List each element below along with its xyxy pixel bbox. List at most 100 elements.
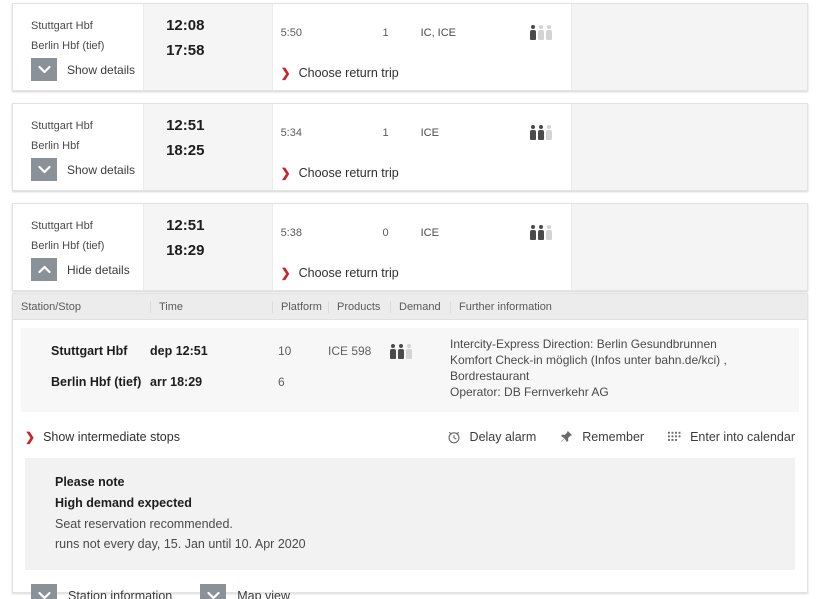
stations-column: Stuttgart Hbf Berlin Hbf (tief) Show det…: [13, 4, 145, 90]
arrow-right-icon: ❯: [280, 166, 291, 180]
pushpin-icon: [558, 429, 574, 445]
map-view-button[interactable]: Map view: [200, 584, 290, 599]
info-cells: 5:34 1 ICE: [273, 125, 571, 140]
details-station-cells: Stuttgart Hbf Berlin Hbf (tief): [21, 336, 150, 400]
column-header-station: Station/Stop: [21, 300, 81, 313]
note-line: runs not every day, 15. Jan until 10. Ap…: [55, 537, 306, 551]
info-column: 5:50 1 IC, ICE ❯ Choose return trip: [272, 4, 572, 90]
map-view-label: Map view: [237, 588, 291, 599]
changes-value: 1: [382, 26, 389, 39]
column-header-demand: Demand: [390, 300, 450, 313]
show-details-label: Show details: [67, 62, 136, 77]
origin-station: Stuttgart Hbf: [31, 20, 93, 32]
chevron-down-icon[interactable]: [31, 584, 57, 599]
demand-level-icon: [511, 125, 571, 140]
chevron-down-icon[interactable]: [31, 158, 57, 181]
details-table-header: Station/Stop Time Platform Products Dema…: [13, 294, 807, 320]
products-value: IC, ICE: [420, 26, 457, 39]
card-right-panel: [571, 104, 808, 190]
stations-column: Stuttgart Hbf Berlin Hbf (tief) Hide det…: [13, 204, 145, 290]
arrow-right-icon: ❯: [280, 66, 291, 80]
delay-alarm-label: Delay alarm: [469, 430, 537, 444]
details-products-cells: ICE 598: [328, 336, 390, 400]
choose-return-trip-label: Choose return trip: [298, 166, 399, 180]
choose-return-trip-link[interactable]: ❯ Choose return trip: [281, 266, 399, 280]
connection-card[interactable]: Stuttgart Hbf Berlin Hbf (tief) Show det…: [12, 3, 808, 91]
stations-column: Stuttgart Hbf Berlin Hbf Show details: [13, 104, 145, 190]
details-footer: Station information Map view: [13, 570, 807, 599]
card-right-panel: [571, 204, 808, 290]
duration-value: 5:38: [280, 226, 302, 239]
choose-return-trip-label: Choose return trip: [298, 266, 399, 280]
chevron-down-icon[interactable]: [200, 584, 227, 599]
connection-card[interactable]: Stuttgart Hbf Berlin Hbf Show details 12…: [12, 103, 808, 191]
chevron-down-icon[interactable]: [31, 58, 57, 81]
arrow-right-icon: ❯: [280, 266, 291, 280]
column-header-products: Products: [328, 300, 390, 313]
column-header-time: Time: [150, 300, 272, 313]
details-departure-time: dep 12:51: [150, 344, 208, 358]
info-column: 5:34 1 ICE ❯ Choose return trip: [272, 104, 572, 190]
hide-details-toggle[interactable]: Hide details: [31, 258, 130, 281]
chevron-up-icon[interactable]: [31, 258, 57, 281]
enter-into-calendar-button[interactable]: Enter into calendar: [666, 429, 795, 445]
details-tools: Delay alarm Remember Enter into calendar: [446, 429, 795, 445]
show-details-toggle[interactable]: Show details: [31, 158, 135, 181]
details-time-cells: dep 12:51 arr 18:29: [150, 336, 272, 400]
demand-level-icon: [511, 225, 571, 240]
further-info-line: Operator: DB Fernverkehr AG: [450, 385, 609, 399]
origin-station: Stuttgart Hbf: [31, 220, 93, 232]
choose-return-trip-link[interactable]: ❯ Choose return trip: [281, 66, 399, 80]
further-info-line: Intercity-Express Direction: Berlin Gesu…: [450, 337, 717, 351]
please-note-box: Please note High demand expected Seat re…: [25, 458, 795, 570]
card-right-panel: [571, 4, 808, 90]
details-departure-station: Stuttgart Hbf: [51, 344, 128, 358]
hide-details-label: Hide details: [67, 262, 130, 277]
delay-alarm-button[interactable]: Delay alarm: [446, 429, 537, 445]
info-cells: 5:38 0 ICE: [273, 225, 571, 240]
alarm-clock-icon: [446, 429, 462, 445]
details-departure-platform: 10: [278, 344, 292, 358]
arrival-time: 18:25: [166, 142, 205, 159]
changes-value: 0: [382, 226, 389, 239]
station-information-button[interactable]: Station information: [31, 584, 172, 599]
details-demand-cells: [390, 336, 450, 400]
details-departure-product: ICE 598: [328, 344, 372, 358]
details-platform-cells: 10 6: [272, 336, 328, 400]
column-header-further: Further information: [450, 300, 807, 313]
choose-return-trip-link[interactable]: ❯ Choose return trip: [281, 166, 399, 180]
times-column: 12:08 17:58: [144, 4, 273, 90]
times-column: 12:51 18:25: [144, 104, 273, 190]
note-title: Please note: [55, 475, 125, 489]
origin-station: Stuttgart Hbf: [31, 120, 93, 132]
products-value: ICE: [420, 126, 439, 139]
column-header-platform: Platform: [272, 300, 328, 313]
times-column: 12:51 18:29: [144, 204, 273, 290]
trip-details-panel: Station/Stop Time Platform Products Dema…: [12, 293, 808, 599]
destination-station: Berlin Hbf: [31, 140, 80, 152]
show-details-label: Show details: [67, 162, 136, 177]
arrival-time: 18:29: [166, 242, 205, 259]
details-further-information: Intercity-Express Direction: Berlin Gesu…: [450, 336, 799, 400]
remember-button[interactable]: Remember: [558, 429, 644, 445]
station-information-label: Station information: [68, 588, 173, 599]
info-column: 5:38 0 ICE ❯ Choose return trip: [272, 204, 572, 290]
duration-value: 5:34: [280, 126, 302, 139]
departure-time: 12:08: [166, 17, 205, 34]
calendar-icon: [666, 429, 682, 445]
show-details-toggle[interactable]: Show details: [31, 58, 135, 81]
destination-station: Berlin Hbf (tief): [31, 240, 105, 252]
changes-value: 1: [382, 126, 389, 139]
connection-card-expanded[interactable]: Stuttgart Hbf Berlin Hbf (tief) Hide det…: [12, 203, 808, 291]
show-intermediate-stops-link[interactable]: ❯ Show intermediate stops: [25, 430, 180, 444]
further-info-line: Komfort Check-in möglich (Infos unter ba…: [450, 353, 727, 367]
choose-return-trip-label: Choose return trip: [298, 66, 399, 80]
demand-level-icon: [511, 25, 571, 40]
details-actions-row: ❯ Show intermediate stops Delay alarm Re…: [13, 412, 807, 452]
products-value: ICE: [420, 226, 439, 239]
note-subtitle: High demand expected: [55, 496, 192, 510]
departure-time: 12:51: [166, 117, 205, 134]
details-arrival-time: arr 18:29: [150, 375, 203, 389]
duration-value: 5:50: [280, 26, 302, 39]
info-cells: 5:50 1 IC, ICE: [273, 25, 571, 40]
